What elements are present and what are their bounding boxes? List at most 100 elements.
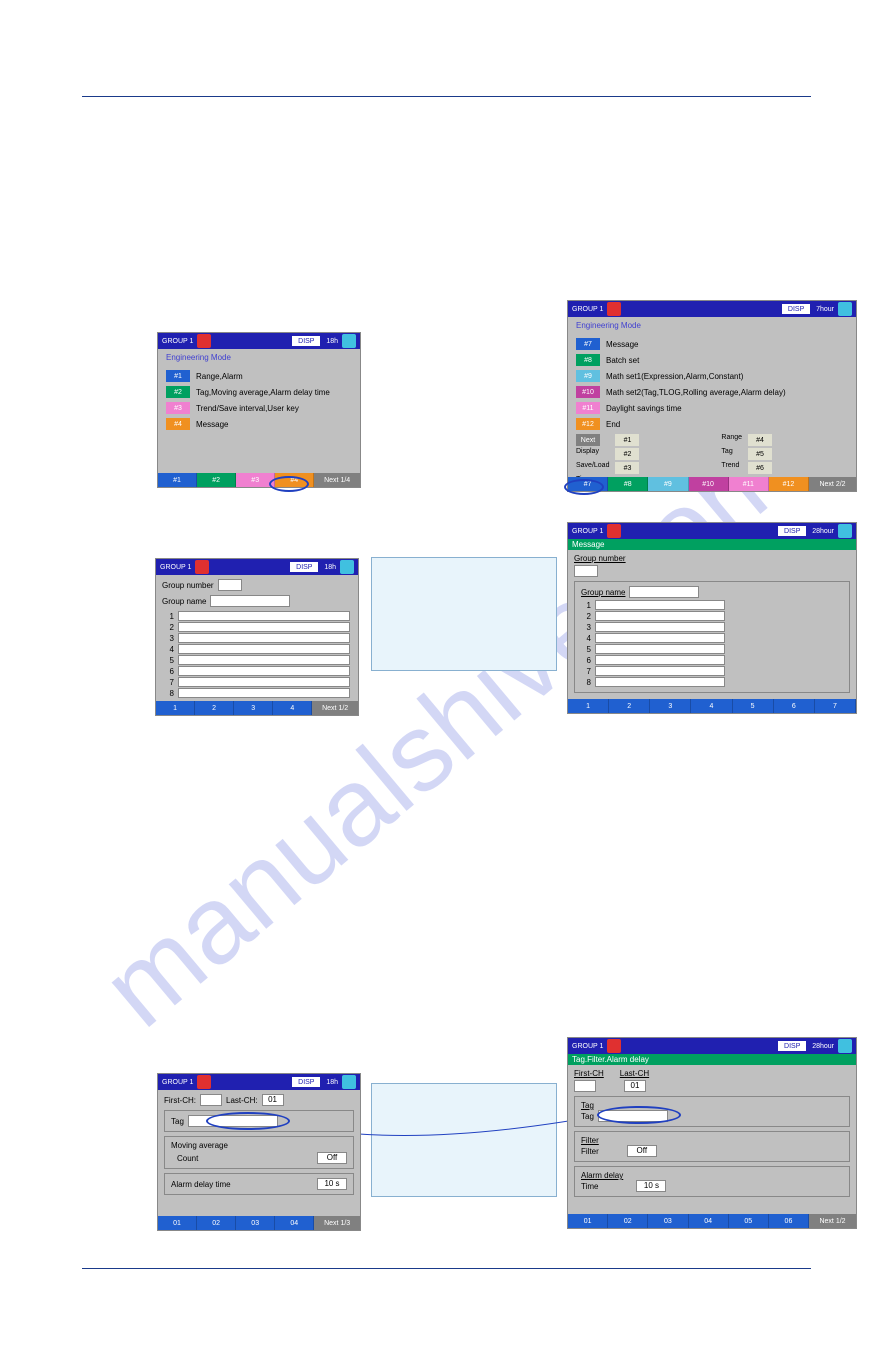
tag-input[interactable]: [188, 1115, 278, 1127]
row-input[interactable]: [178, 688, 350, 698]
bottom-seg[interactable]: 3: [234, 701, 273, 715]
grid-badge[interactable]: #2: [615, 448, 639, 460]
grid-badge[interactable]: #5: [748, 448, 772, 460]
row-input[interactable]: [178, 666, 350, 676]
row-input[interactable]: [595, 611, 725, 621]
menu-item[interactable]: #3Trend/Save interval,User key: [166, 402, 352, 414]
menu-item[interactable]: #4Message: [166, 418, 352, 430]
menu-item[interactable]: #7Message: [576, 338, 848, 350]
first-ch-label: First-CH: [574, 1069, 604, 1078]
row-input[interactable]: [178, 611, 350, 621]
row-input[interactable]: [178, 677, 350, 687]
filter-label: Filter: [581, 1136, 843, 1145]
row-input[interactable]: [178, 633, 350, 643]
group-number-value[interactable]: 1: [218, 579, 242, 591]
row-input[interactable]: [595, 655, 725, 665]
alarm-delay-value[interactable]: 10 s: [317, 1178, 347, 1190]
bottom-seg[interactable]: #7: [568, 477, 608, 491]
next-seg[interactable]: Next 1/4: [314, 473, 360, 487]
row-input[interactable]: [595, 633, 725, 643]
grid-badge[interactable]: #4: [748, 434, 772, 446]
bottom-seg[interactable]: 2: [609, 699, 650, 713]
bottom-seg[interactable]: 6: [774, 699, 815, 713]
grid-label: Range: [721, 434, 742, 446]
menu-item[interactable]: #1Range,Alarm: [166, 370, 352, 382]
next-seg[interactable]: Next 2/2: [809, 477, 856, 491]
menu-item[interactable]: #8Batch set: [576, 354, 848, 366]
bottom-seg[interactable]: 2: [195, 701, 234, 715]
last-ch-value[interactable]: 01: [262, 1094, 284, 1106]
row-input[interactable]: [595, 666, 725, 676]
bottom-seg[interactable]: #1: [158, 473, 197, 487]
next-seg[interactable]: Next 1/2: [312, 701, 358, 715]
tag-input[interactable]: [598, 1110, 668, 1122]
group-name-input[interactable]: [629, 586, 699, 598]
bottom-seg[interactable]: #10: [689, 477, 729, 491]
tag-sub: Tag: [581, 1112, 594, 1121]
bottom-seg[interactable]: 5: [733, 699, 774, 713]
bottom-seg[interactable]: #4: [275, 473, 314, 487]
bottom-seg[interactable]: #11: [729, 477, 769, 491]
bottom-seg[interactable]: #3: [236, 473, 275, 487]
hour-label: 18h: [326, 338, 338, 345]
menu-item[interactable]: #9Math set1(Expression,Alarm,Constant): [576, 370, 848, 382]
filter-value[interactable]: Off: [627, 1145, 657, 1157]
bottom-seg[interactable]: 04: [275, 1216, 314, 1230]
row-input[interactable]: [595, 677, 725, 687]
row-input[interactable]: [178, 644, 350, 654]
row-input[interactable]: [595, 600, 725, 610]
grid-label: Save/Load: [576, 462, 609, 474]
filter-sub: Filter: [581, 1147, 599, 1156]
next-seg[interactable]: Next 1/3: [314, 1216, 360, 1230]
bottom-seg[interactable]: 3: [650, 699, 691, 713]
group-number-value[interactable]: 1: [574, 565, 598, 577]
bottom-seg[interactable]: 04: [689, 1214, 729, 1228]
bottom-seg[interactable]: 1: [568, 699, 609, 713]
menu-item[interactable]: #2Tag,Moving average,Alarm delay time: [166, 386, 352, 398]
record-icon: [607, 524, 621, 538]
bottom-seg[interactable]: 03: [648, 1214, 688, 1228]
bottom-seg[interactable]: 02: [197, 1216, 236, 1230]
bottom-seg[interactable]: 02: [608, 1214, 648, 1228]
bottom-seg[interactable]: 4: [691, 699, 732, 713]
screen-engineering-mode-1: GROUP 1 DISP 18h Engineering Mode #1Rang…: [157, 332, 361, 488]
bottom-seg[interactable]: 05: [729, 1214, 769, 1228]
grid-badge[interactable]: #1: [615, 434, 639, 446]
row-input[interactable]: [595, 622, 725, 632]
time-value[interactable]: 10 s: [636, 1180, 666, 1192]
bottom-seg[interactable]: 01: [158, 1216, 197, 1230]
menu-item[interactable]: #12End: [576, 418, 848, 430]
bottom-seg[interactable]: 06: [769, 1214, 809, 1228]
bottom-seg[interactable]: 01: [568, 1214, 608, 1228]
menu-item[interactable]: #11Daylight savings time: [576, 402, 848, 414]
row-number: 8: [164, 689, 174, 698]
grid-badge[interactable]: #6: [748, 462, 772, 474]
bottom-seg[interactable]: #8: [608, 477, 648, 491]
bottom-seg[interactable]: #9: [648, 477, 688, 491]
first-ch-value[interactable]: 01: [200, 1094, 222, 1106]
bottom-seg[interactable]: 1: [156, 701, 195, 715]
bottom-seg[interactable]: #12: [769, 477, 809, 491]
row-input[interactable]: [595, 644, 725, 654]
last-ch-value[interactable]: 01: [624, 1080, 646, 1092]
group-number-label: Group number: [162, 581, 214, 590]
bottom-seg[interactable]: 7: [815, 699, 856, 713]
next-seg[interactable]: Next 1/2: [809, 1214, 856, 1228]
list-row: 2: [581, 611, 843, 621]
row-input[interactable]: [178, 622, 350, 632]
bottom-seg[interactable]: 4: [273, 701, 312, 715]
group-name-input[interactable]: [210, 595, 290, 607]
bottom-seg[interactable]: 03: [236, 1216, 275, 1230]
bottom-seg[interactable]: #2: [197, 473, 236, 487]
next-button[interactable]: Next: [576, 434, 600, 446]
row-number: 6: [164, 667, 174, 676]
first-ch-value[interactable]: 01: [574, 1080, 596, 1092]
topbar: GROUP 1 DISP 18h: [158, 1074, 360, 1090]
disp-label: DISP: [778, 526, 806, 536]
count-value[interactable]: Off: [317, 1152, 347, 1164]
tag-panel: Tag Tag: [574, 1096, 850, 1127]
menu-item[interactable]: #10Math set2(Tag,TLOG,Rolling average,Al…: [576, 386, 848, 398]
disp-label: DISP: [292, 1077, 320, 1087]
grid-badge[interactable]: #3: [615, 462, 639, 474]
row-input[interactable]: [178, 655, 350, 665]
